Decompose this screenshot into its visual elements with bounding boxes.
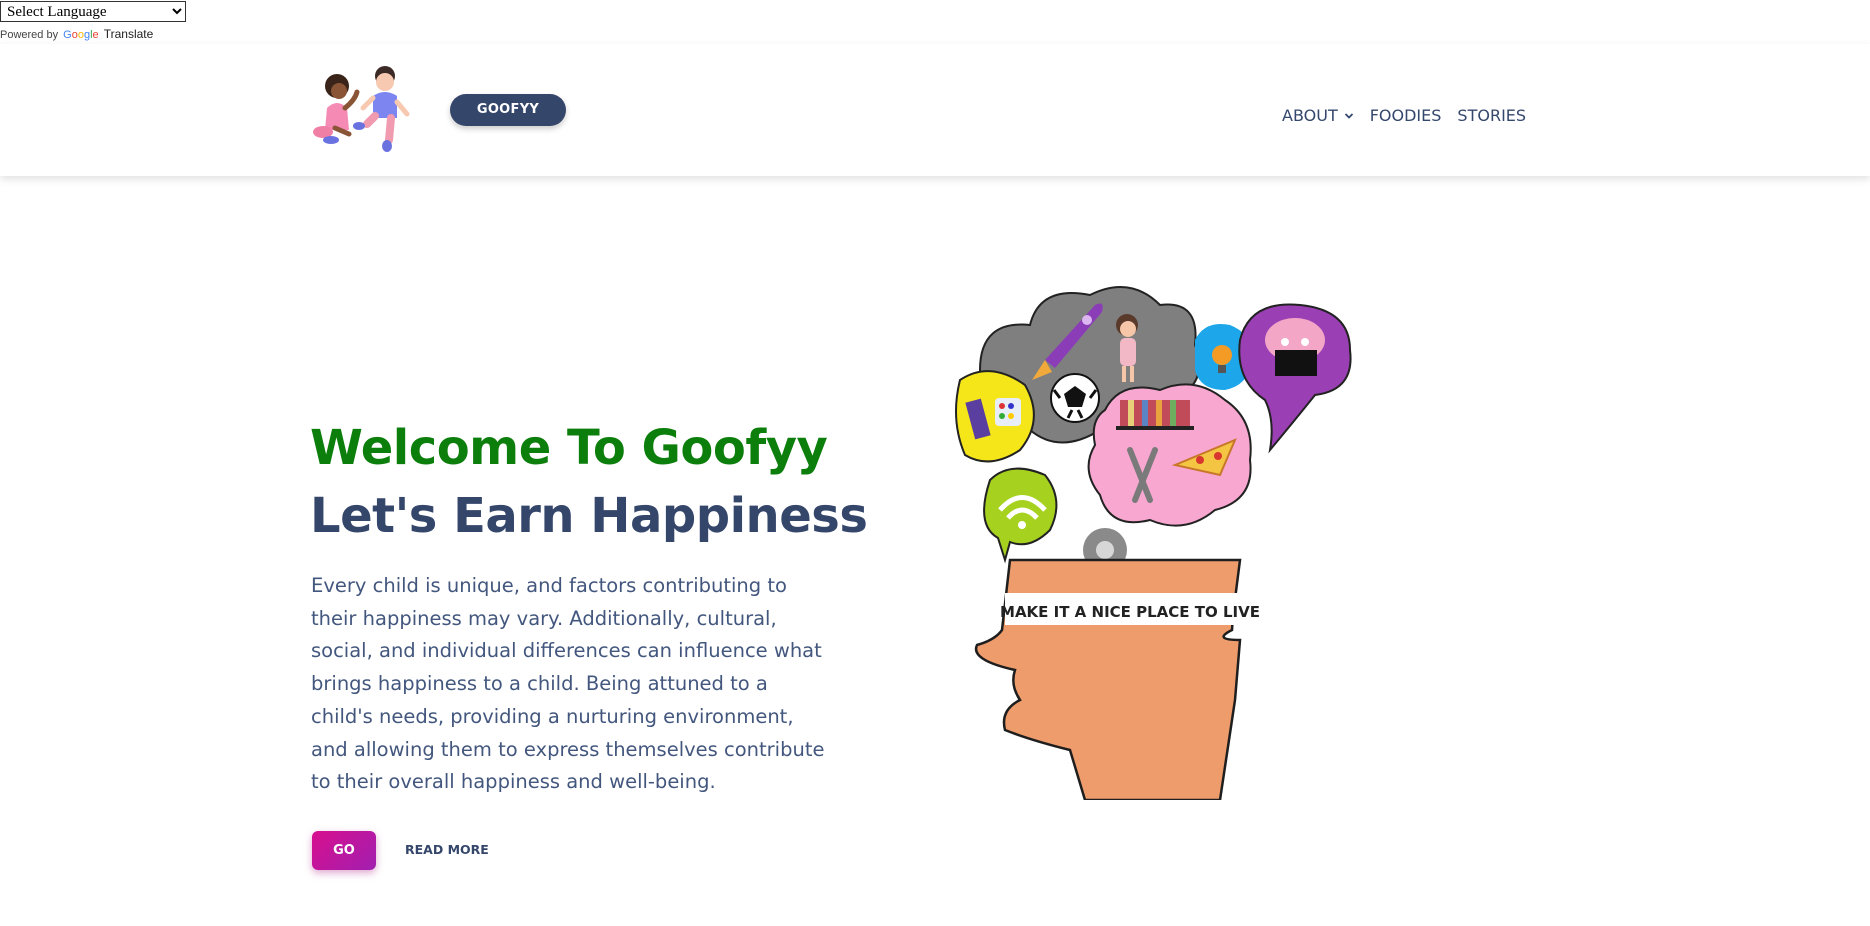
nav-item-about[interactable]: ABOUT [1282,106,1354,125]
nav-item-foodies-label: FOODIES [1369,106,1442,125]
go-button[interactable]: GO [312,831,376,870]
hero-title-welcome: Welcome To Goofyy [310,420,828,476]
thoughts-head-illustration: MAKE IT A NICE PLACE TO LIVE [955,286,1352,800]
language-select[interactable]: Select Language [0,1,186,22]
main-nav: ABOUT FOODIES STORIES [1282,106,1542,125]
translate-link[interactable]: Translate [104,27,154,41]
powered-by-google-translate: Powered by Google Translate [0,27,153,41]
image-caption-text: MAKE IT A NICE PLACE TO LIVE [1000,603,1260,621]
nav-item-about-label: ABOUT [1282,106,1338,125]
read-more-link[interactable]: READ MORE [405,842,489,857]
site-header: GOOFYY ABOUT FOODIES STORIES [0,44,1870,176]
nav-item-stories-label: STORIES [1457,106,1527,125]
chevron-down-icon [1344,112,1353,119]
nav-item-stories[interactable]: STORIES [1457,106,1526,125]
google-logo: Google [63,29,99,41]
hero-description: Every child is unique, and factors contr… [311,574,825,794]
nav-item-foodies[interactable]: FOODIES [1370,106,1442,125]
powered-by-text: Powered by [0,29,59,41]
kids-logo-icon[interactable] [309,58,415,162]
hero-title-tagline: Let's Earn Happiness [310,488,868,544]
goofyy-brand-button[interactable]: GOOFYY [450,94,566,126]
